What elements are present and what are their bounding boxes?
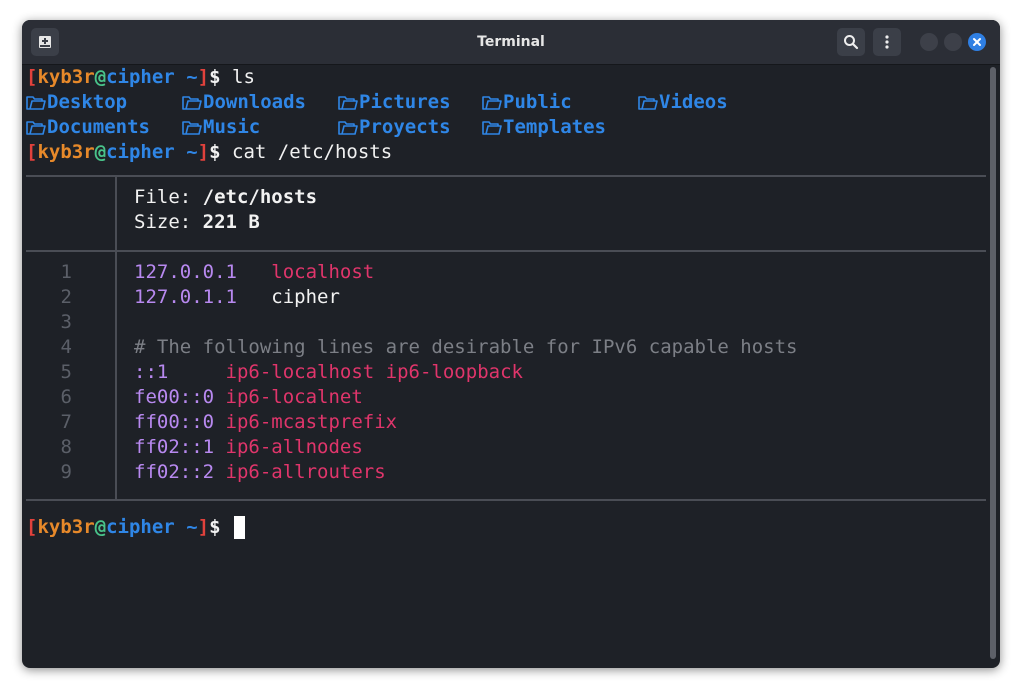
directory-name: Desktop [47,91,128,113]
ip-address: fe00::0 [134,386,215,408]
folder-icon [482,95,503,111]
code-line: ff02::2 ip6-allrouters [134,460,386,485]
folder-icon [26,120,47,136]
divider [26,250,986,252]
code-line: ::1 ip6-localhost ip6-loopback [134,360,523,385]
terminal-output[interactable]: [kyb3r@cipher ~]$ ls Desktop Downloads Pic… [22,65,986,665]
ip-address: ff02::1 [134,436,215,458]
scrollbar[interactable] [990,67,996,659]
folder-icon [182,120,203,136]
prompt-line: [kyb3r@cipher ~]$ [26,515,245,540]
menu-button[interactable] [873,28,901,56]
ip-address: ::1 [134,361,169,383]
minimize-button[interactable] [920,33,938,51]
folder-icon [638,95,659,111]
hostname: ip6-mcastprefix [225,411,398,433]
directory-name: Videos [659,91,728,113]
maximize-button[interactable] [944,33,962,51]
directory-name: Documents [47,116,150,138]
directory-entry: Proyects [338,115,451,140]
directory-entry: Public [482,90,572,115]
hostname: ip6-allnodes [225,436,363,458]
directory-entry: Desktop [26,90,127,115]
directory-name: Downloads [203,91,306,113]
command-text: cat /etc/hosts [232,141,393,163]
directory-name: Templates [503,116,606,138]
code-line: # The following lines are desirable for … [134,335,797,360]
folder-icon [338,95,359,111]
folder-icon [482,120,503,136]
directory-entry: Music [182,115,260,140]
search-icon [844,35,859,50]
line-number: 3 [60,311,72,333]
close-icon [973,38,981,46]
ip-address: ff02::2 [134,461,215,483]
line-number: 6 [60,386,72,408]
hostname: ip6-localhost ip6-loopback [225,361,523,383]
text-cursor [234,516,245,539]
ip-address: 127.0.0.1 [134,261,237,283]
line-number: 4 [60,336,72,358]
divider [26,175,986,177]
titlebar: Terminal [22,20,1000,65]
directory-name: Proyects [359,116,451,138]
directory-entry: Pictures [338,90,451,115]
directory-entry: Templates [482,115,606,140]
gutter-divider [115,175,117,500]
terminal-window: Terminal [kyb3r@cipher ~]$ ls Desktop Do… [22,20,1000,668]
divider [26,499,986,501]
line-number: 5 [60,361,72,383]
line-number: 1 [60,261,72,283]
folder-icon [26,95,47,111]
comment-text: # The following lines are desirable for … [134,336,798,358]
directory-name: Music [203,116,261,138]
close-button[interactable] [968,33,986,51]
prompt-line: [kyb3r@cipher ~]$ cat /etc/hosts [26,141,393,163]
directory-entry: Documents [26,115,150,140]
directory-entry: Downloads [182,90,306,115]
hostname: cipher [271,286,340,308]
code-line: ff02::1 ip6-allnodes [134,435,363,460]
line-number: 9 [60,461,72,483]
folder-icon [338,120,359,136]
file-size-line: Size: 221 B [134,211,260,233]
folder-icon [182,95,203,111]
ip-address: ff00::0 [134,411,215,433]
ip-address: 127.0.1.1 [134,286,237,308]
hostname: ip6-allrouters [225,461,386,483]
line-number: 7 [60,411,72,433]
file-name-line: File: /etc/hosts [134,186,318,208]
prompt-line: [kyb3r@cipher ~]$ ls [26,66,255,88]
code-line: ff00::0 ip6-mcastprefix [134,410,397,435]
hostname: localhost [271,261,375,283]
search-button[interactable] [837,28,865,56]
line-number: 8 [60,436,72,458]
code-line: 127.0.1.1 cipher [134,285,340,310]
directory-entry: Videos [638,90,728,115]
code-line: 127.0.0.1 localhost [134,260,374,285]
kebab-menu-icon [885,35,889,49]
command-text: ls [232,66,255,88]
code-line: fe00::0 ip6-localnet [134,385,363,410]
line-number: 2 [60,286,72,308]
hostname: ip6-localnet [225,386,363,408]
directory-name: Pictures [359,91,451,113]
directory-name: Public [503,91,572,113]
